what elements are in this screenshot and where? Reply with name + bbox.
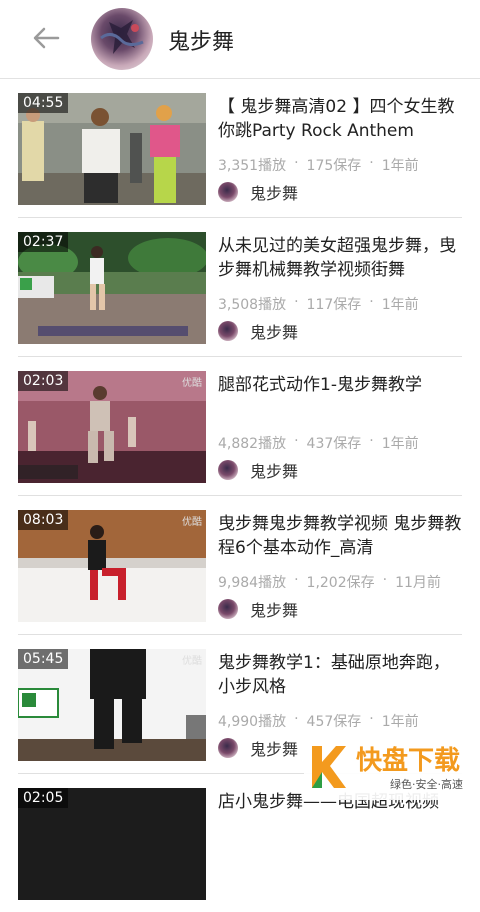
back-arrow-icon[interactable] xyxy=(30,22,62,54)
upload-time: 11月前 xyxy=(395,575,441,591)
author-row[interactable]: 鬼步舞 xyxy=(218,320,298,342)
duration-badge: 04:55 xyxy=(18,93,69,113)
play-count: 3,351播放 xyxy=(218,158,287,174)
duration-badge: 02:05 xyxy=(18,788,69,808)
author-row[interactable]: 鬼步舞 xyxy=(218,737,298,759)
brand-logo-icon xyxy=(312,746,346,788)
author-avatar xyxy=(218,460,238,480)
video-title[interactable]: 从未见过的美女超强鬼步舞，曳步舞机械舞教学视频街舞 xyxy=(218,234,462,282)
youku-badge: 优酷 xyxy=(182,378,202,389)
separator-dot: · xyxy=(294,155,299,171)
video-title[interactable]: 腿部花式动作1-鬼步舞教学 xyxy=(218,373,462,397)
play-count: 4,882播放 xyxy=(218,436,287,452)
video-title[interactable]: 曳步舞鬼步舞教学视频 鬼步舞教程6个基本动作_高清 xyxy=(218,512,462,560)
separator-dot: · xyxy=(369,294,374,310)
separator-dot: · xyxy=(369,711,374,727)
video-thumbnail[interactable]: 04:55 xyxy=(18,93,206,205)
play-count: 9,984播放 xyxy=(218,575,287,591)
author-row[interactable]: 鬼步舞 xyxy=(218,181,298,203)
upload-time: 1年前 xyxy=(381,297,419,313)
duration-badge: 02:03 xyxy=(18,371,69,391)
author-row[interactable]: 鬼步舞 xyxy=(218,598,298,620)
site-watermark: 快盘下载 绿色·安全·高速 xyxy=(304,734,480,800)
save-count: 1,202保存 xyxy=(306,575,375,591)
author-avatar xyxy=(218,321,238,341)
author-name: 鬼步舞 xyxy=(250,740,299,759)
video-thumbnail[interactable]: 02:03 优酷 xyxy=(18,371,206,483)
video-thumbnail[interactable]: 02:37 xyxy=(18,232,206,344)
video-stats: 9,984播放 · 1,202保存 · 11月前 xyxy=(218,572,466,592)
video-item[interactable]: 02:03 优酷 腿部花式动作1-鬼步舞教学 4,882播放 · 437保存 ·… xyxy=(18,357,462,496)
separator-dot: · xyxy=(294,711,299,727)
youku-badge: 优酷 xyxy=(182,656,202,667)
separator-dot: · xyxy=(294,433,299,449)
video-title[interactable]: 【 鬼步舞高清02 】四个女生教你跳Party Rock Anthem xyxy=(218,95,462,143)
author-avatar xyxy=(218,738,238,758)
video-stats: 3,508播放 · 117保存 · 1年前 xyxy=(218,294,466,314)
video-stats: 4,990播放 · 457保存 · 1年前 xyxy=(218,711,466,731)
youku-badge: 优酷 xyxy=(182,517,202,528)
video-item[interactable]: 04:55 【 鬼步舞高清02 】四个女生教你跳Party Rock Anthe… xyxy=(18,79,462,218)
author-row[interactable]: 鬼步舞 xyxy=(218,459,298,481)
separator-dot: · xyxy=(369,433,374,449)
duration-badge: 08:03 xyxy=(18,510,69,530)
save-count: 175保存 xyxy=(306,158,362,174)
upload-time: 1年前 xyxy=(381,714,419,730)
separator-dot: · xyxy=(369,155,374,171)
play-count: 3,508播放 xyxy=(218,297,287,313)
author-name: 鬼步舞 xyxy=(250,323,299,342)
save-count: 457保存 xyxy=(306,714,362,730)
author-name: 鬼步舞 xyxy=(250,601,299,620)
channel-avatar[interactable] xyxy=(91,8,153,70)
play-count: 4,990播放 xyxy=(218,714,287,730)
video-thumbnail[interactable]: 02:05 xyxy=(18,788,206,900)
duration-badge: 05:45 xyxy=(18,649,69,669)
brand-name: 快盘下载 xyxy=(356,746,461,776)
author-avatar xyxy=(218,182,238,202)
video-stats: 4,882播放 · 437保存 · 1年前 xyxy=(218,433,466,453)
save-count: 437保存 xyxy=(306,436,362,452)
separator-dot: · xyxy=(294,294,299,310)
save-count: 117保存 xyxy=(306,297,362,313)
duration-badge: 02:37 xyxy=(18,232,69,252)
author-name: 鬼步舞 xyxy=(250,184,299,203)
video-item[interactable]: 08:03 优酷 曳步舞鬼步舞教学视频 鬼步舞教程6个基本动作_高清 9,984… xyxy=(18,496,462,635)
top-bar: 鬼步舞 xyxy=(0,0,480,79)
author-name: 鬼步舞 xyxy=(250,462,299,481)
author-avatar xyxy=(218,599,238,619)
video-thumbnail[interactable]: 05:45 优酷 xyxy=(18,649,206,761)
video-item[interactable]: 02:37 从未见过的美女超强鬼步舞，曳步舞机械舞教学视频街舞 3,508播放 … xyxy=(18,218,462,357)
brand-slogan: 绿色·安全·高速 xyxy=(390,778,463,791)
separator-dot: · xyxy=(294,572,299,588)
video-thumbnail[interactable]: 08:03 优酷 xyxy=(18,510,206,622)
channel-title: 鬼步舞 xyxy=(168,30,235,55)
upload-time: 1年前 xyxy=(381,436,419,452)
separator-dot: · xyxy=(382,572,388,588)
video-title[interactable]: 鬼步舞教学1：基础原地奔跑，小步风格 xyxy=(218,651,462,699)
upload-time: 1年前 xyxy=(381,158,419,174)
video-stats: 3,351播放 · 175保存 · 1年前 xyxy=(218,155,466,175)
